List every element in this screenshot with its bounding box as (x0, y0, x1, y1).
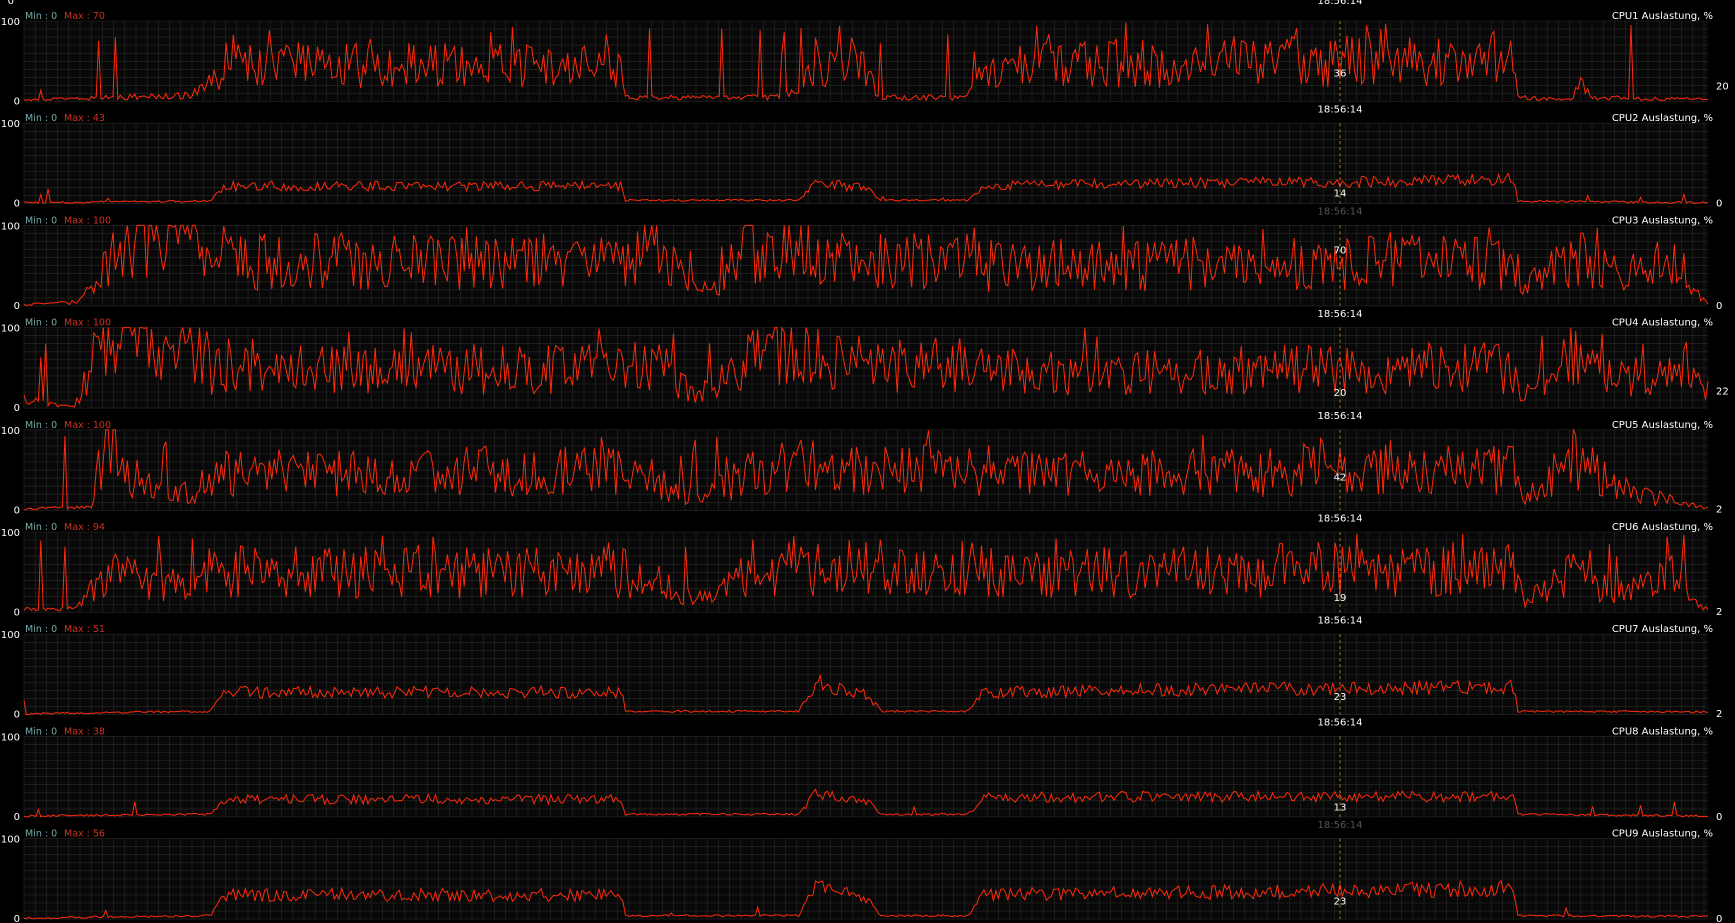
max-label: Max : 43 (64, 113, 105, 124)
panel-title: CPU6 Auslastung, % (1612, 522, 1713, 533)
y-axis-min-label: 0 (14, 505, 20, 516)
panel-title: CPU5 Auslastung, % (1612, 420, 1713, 431)
min-label: Min : 0 (25, 624, 57, 635)
y-axis-min-label: 0 (14, 97, 20, 108)
current-value: 0 (1716, 301, 1722, 312)
cursor-time-label: 18:56:14 (1318, 207, 1363, 218)
current-value: 2 (1716, 709, 1722, 720)
panel-title: CPU9 Auslastung, % (1612, 829, 1713, 840)
panel-title: CPU2 Auslastung, % (1612, 113, 1713, 124)
cpu-monitor: 0 18:56:14 Min : 0 Max : 70 CPU1 Auslastung,… (0, 0, 1735, 923)
min-label: Min : 0 (25, 113, 57, 124)
max-label: Max : 51 (64, 624, 105, 635)
current-value: 20 (1716, 81, 1729, 92)
y-axis-min-label: 0 (14, 199, 20, 210)
max-label: Max : 70 (64, 11, 105, 22)
cursor-time-label: 18:56:14 (1318, 309, 1363, 320)
y-axis-min-label: 0 (14, 608, 20, 619)
cursor-value: 23 (1334, 897, 1347, 908)
max-label: Max : 100 (64, 318, 111, 329)
min-label: Min : 0 (25, 420, 57, 431)
y-axis-min-label: 0 (14, 914, 20, 923)
y-axis-max-label: 100 (1, 630, 20, 641)
max-label: Max : 100 (64, 215, 111, 226)
current-value: 22 (1716, 386, 1729, 397)
y-axis-max-label: 100 (1, 17, 20, 28)
cursor-value: 36 (1334, 69, 1347, 80)
min-label: Min : 0 (25, 726, 57, 737)
cursor-value: 23 (1334, 692, 1347, 703)
cpu-usage-charts: 0 18:56:14 Min : 0 Max : 70 CPU1 Auslastung,… (1, 0, 1729, 923)
min-label: Min : 0 (25, 11, 57, 22)
y-axis-min-label: 0 (14, 301, 20, 312)
top-edge-time-label: 18:56:14 (1318, 0, 1363, 7)
current-value: 0 (1716, 914, 1722, 923)
min-label: Min : 0 (25, 215, 57, 226)
cursor-value: 20 (1334, 388, 1347, 399)
current-value: 0 (1716, 812, 1722, 823)
cursor-value: 19 (1334, 593, 1347, 604)
max-label: Max : 94 (64, 522, 105, 533)
cursor-time-label: 18:56:14 (1318, 616, 1363, 627)
y-axis-max-label: 100 (1, 221, 20, 232)
cursor-time-label: 18:56:14 (1318, 513, 1363, 524)
min-label: Min : 0 (25, 829, 57, 840)
cursor-value: 42 (1334, 472, 1347, 483)
y-axis-max-label: 100 (1, 119, 20, 130)
current-value: 2 (1716, 505, 1722, 516)
panel-title: CPU8 Auslastung, % (1612, 726, 1713, 737)
cursor-value: 13 (1334, 802, 1347, 813)
max-label: Max : 38 (64, 726, 105, 737)
cursor-time-label: 18:56:14 (1318, 718, 1363, 729)
cursor-value: 70 (1334, 246, 1347, 257)
top-edge-zero-label: 0 (8, 0, 14, 7)
min-label: Min : 0 (25, 522, 57, 533)
panel-title: CPU1 Auslastung, % (1612, 11, 1713, 22)
y-axis-min-label: 0 (14, 403, 20, 414)
y-axis-min-label: 0 (14, 710, 20, 721)
y-axis-max-label: 100 (1, 528, 20, 539)
y-axis-max-label: 100 (1, 835, 20, 846)
y-axis-max-label: 100 (1, 426, 20, 437)
min-label: Min : 0 (25, 318, 57, 329)
cursor-time-label: 18:56:14 (1318, 411, 1363, 422)
panel-title: CPU3 Auslastung, % (1612, 215, 1713, 226)
current-value: 2 (1716, 607, 1722, 618)
cursor-value: 14 (1334, 188, 1347, 199)
cursor-time-label: 18:56:14 (1318, 105, 1363, 116)
y-axis-max-label: 100 (1, 732, 20, 743)
panel-title: CPU4 Auslastung, % (1612, 318, 1713, 329)
panel-title: CPU7 Auslastung, % (1612, 624, 1713, 635)
max-label: Max : 56 (64, 829, 105, 840)
y-axis-min-label: 0 (14, 812, 20, 823)
max-label: Max : 100 (64, 420, 111, 431)
current-value: 0 (1716, 199, 1722, 210)
y-axis-max-label: 100 (1, 324, 20, 335)
cursor-time-label: 18:56:14 (1318, 820, 1363, 831)
